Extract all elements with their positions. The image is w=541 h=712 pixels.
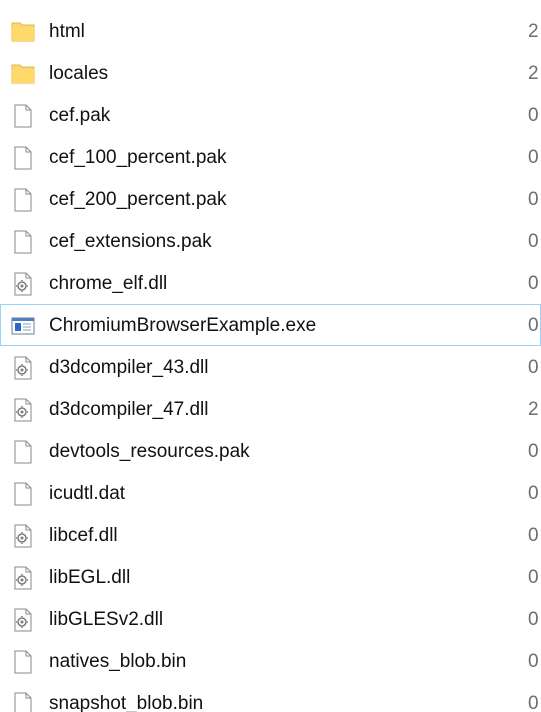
file-date-partial: 2 (528, 63, 539, 84)
file-date-partial: 2 (528, 21, 539, 42)
file-date-partial: 0 (528, 525, 539, 546)
file-name: cef_100_percent.pak (49, 147, 227, 168)
file-row-devtools-resources[interactable]: devtools_resources.pak 0 (0, 430, 541, 472)
file-name: locales (49, 63, 109, 84)
file-name: libcef.dll (49, 525, 118, 546)
file-date-partial: 0 (528, 231, 539, 252)
file-icon (10, 649, 36, 675)
file-date-partial: 0 (528, 483, 539, 504)
dll-icon (10, 523, 36, 549)
file-date-partial: 0 (528, 273, 539, 294)
file-row-natives-blob[interactable]: natives_blob.bin 0 (0, 640, 541, 682)
file-row-snapshot-blob[interactable]: snapshot_blob.bin 0 (0, 682, 541, 712)
file-date-partial: 0 (528, 651, 539, 672)
file-icon (10, 187, 36, 213)
file-row-chrome-elf[interactable]: chrome_elf.dll 0 (0, 262, 541, 304)
folder-icon (10, 19, 36, 45)
file-date-partial: 0 (528, 189, 539, 210)
file-date-partial: 0 (528, 357, 539, 378)
file-name: icudtl.dat (49, 483, 126, 504)
file-list-pane: html 2 locales 2 cef.pak 0 cef_100_perce… (0, 0, 541, 712)
file-row-locales[interactable]: locales 2 (0, 52, 541, 94)
file-icon (10, 145, 36, 171)
file-row-libcef[interactable]: libcef.dll 0 (0, 514, 541, 556)
file-row-d3dcompiler-47[interactable]: d3dcompiler_47.dll 2 (0, 388, 541, 430)
file-name: html (49, 21, 85, 42)
dll-icon (10, 607, 36, 633)
file-name: ChromiumBrowserExample.exe (49, 315, 317, 336)
file-list: html 2 locales 2 cef.pak 0 cef_100_perce… (0, 10, 541, 712)
file-icon (10, 229, 36, 255)
file-name: cef.pak (49, 105, 111, 126)
file-icon (10, 691, 36, 712)
file-row-cef-pak[interactable]: cef.pak 0 (0, 94, 541, 136)
file-date-partial: 0 (528, 147, 539, 168)
file-date-partial: 0 (528, 441, 539, 462)
file-name: d3dcompiler_43.dll (49, 357, 209, 378)
file-date-partial: 0 (528, 315, 539, 336)
dll-icon (10, 271, 36, 297)
file-name: d3dcompiler_47.dll (49, 399, 209, 420)
dll-icon (10, 397, 36, 423)
file-row-html[interactable]: html 2 (0, 10, 541, 52)
file-name: devtools_resources.pak (49, 441, 250, 462)
file-date-partial: 0 (528, 609, 539, 630)
file-date-partial: 2 (528, 399, 539, 420)
exe-icon (10, 313, 36, 339)
file-date-partial: 0 (528, 693, 539, 712)
file-row-icudtl[interactable]: icudtl.dat 0 (0, 472, 541, 514)
file-row-libglesv2[interactable]: libGLESv2.dll 0 (0, 598, 541, 640)
file-icon (10, 103, 36, 129)
file-name: cef_200_percent.pak (49, 189, 227, 210)
file-row-d3dcompiler-43[interactable]: d3dcompiler_43.dll 0 (0, 346, 541, 388)
file-icon (10, 481, 36, 507)
file-name: natives_blob.bin (49, 651, 187, 672)
dll-icon (10, 355, 36, 381)
file-name: libEGL.dll (49, 567, 131, 588)
file-date-partial: 0 (528, 567, 539, 588)
file-row-chromium-browser-example[interactable]: ChromiumBrowserExample.exe 0 (0, 304, 541, 346)
file-name: snapshot_blob.bin (49, 693, 204, 712)
file-date-partial: 0 (528, 105, 539, 126)
file-row-libegl[interactable]: libEGL.dll 0 (0, 556, 541, 598)
file-icon (10, 439, 36, 465)
file-row-cef-extensions[interactable]: cef_extensions.pak 0 (0, 220, 541, 262)
file-row-cef-100-percent[interactable]: cef_100_percent.pak 0 (0, 136, 541, 178)
file-name: cef_extensions.pak (49, 231, 212, 252)
file-name: libGLESv2.dll (49, 609, 164, 630)
file-row-cef-200-percent[interactable]: cef_200_percent.pak 0 (0, 178, 541, 220)
dll-icon (10, 565, 36, 591)
file-name: chrome_elf.dll (49, 273, 168, 294)
folder-icon (10, 61, 36, 87)
